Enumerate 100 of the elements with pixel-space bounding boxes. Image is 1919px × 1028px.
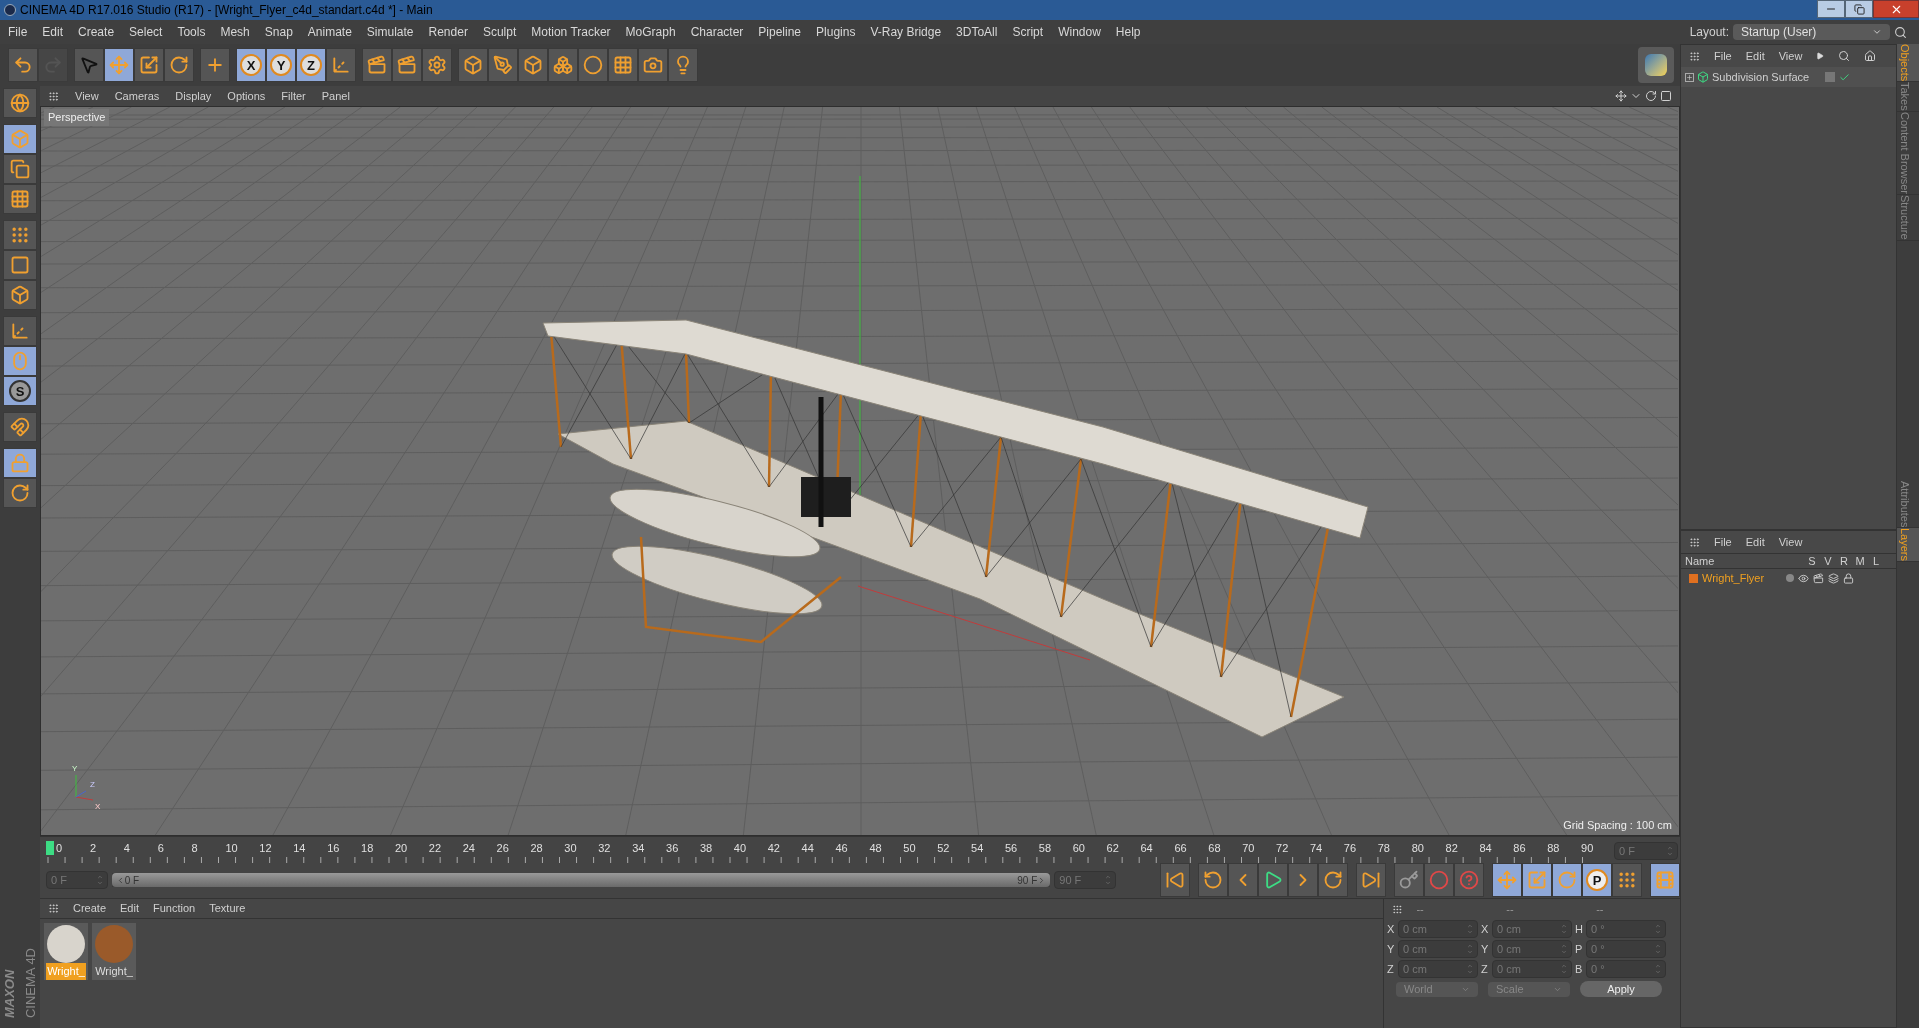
menu-item[interactable]: 3DToAll xyxy=(956,23,998,41)
eye-icon[interactable] xyxy=(1798,572,1809,584)
menu-item[interactable]: Snap xyxy=(264,23,293,41)
menu-item[interactable]: Sculpt xyxy=(482,23,517,41)
menu-item[interactable]: Select xyxy=(129,23,163,41)
tool-button[interactable] xyxy=(3,184,37,214)
tool-button[interactable]: Y xyxy=(266,48,296,82)
layer-row[interactable]: Wright_Flyer xyxy=(1681,569,1896,587)
tool-button[interactable] xyxy=(3,448,37,478)
layers-menu-item[interactable]: File xyxy=(1714,533,1732,551)
menu-item[interactable]: Pipeline xyxy=(758,23,802,41)
tool-button[interactable] xyxy=(422,48,452,82)
minimize-button[interactable] xyxy=(1817,0,1845,18)
viewport[interactable]: Perspective Y Z X Grid Spacing : 100 cm xyxy=(40,106,1680,836)
menu-item[interactable]: Mesh xyxy=(220,23,250,41)
tool-button[interactable] xyxy=(518,48,548,82)
home-icon[interactable] xyxy=(1864,50,1877,62)
viewport-menu-item[interactable]: View xyxy=(75,87,99,105)
viewport-menu-item[interactable]: Display xyxy=(175,87,212,105)
menu-item[interactable]: Simulate xyxy=(366,23,414,41)
tool-button[interactable] xyxy=(638,48,668,82)
menu-item[interactable]: File xyxy=(8,23,28,41)
timeline-ruler[interactable]: 0 2 4 6 8 10 12 14 16 18 20 22 24 26 28 30 32 34 36 38 40 42 44 46 48 50 52 54 56 58 60 62 64 66 68 70 72 74 76 78 80 82 84 86 88 90 xyxy=(40,837,1610,865)
side-tab[interactable]: Objects xyxy=(1897,44,1919,83)
tool-button[interactable] xyxy=(1454,863,1484,897)
tool-button[interactable] xyxy=(3,478,37,508)
tool-button[interactable] xyxy=(1522,863,1552,897)
menu-item[interactable]: Help xyxy=(1115,23,1141,41)
viewport-menu-item[interactable]: Options xyxy=(227,87,266,105)
menu-item[interactable]: Character xyxy=(690,23,744,41)
range-slider[interactable]: 0 F 90 F xyxy=(111,873,1051,887)
object-row[interactable]: Subdivision Surface xyxy=(1681,67,1896,87)
tool-button[interactable] xyxy=(326,48,356,82)
tool-button[interactable] xyxy=(3,220,37,250)
tool-button[interactable] xyxy=(578,48,608,82)
tool-button[interactable] xyxy=(1612,863,1642,897)
tool-button[interactable] xyxy=(668,48,698,82)
layout-dropdown[interactable]: Startup (User) xyxy=(1733,24,1890,40)
side-tab[interactable]: Layers xyxy=(1897,528,1919,563)
viewport-menu-item[interactable]: Cameras xyxy=(114,87,160,105)
menu-item[interactable]: Tools xyxy=(177,23,206,41)
tool-button[interactable] xyxy=(3,124,37,154)
search-icon[interactable] xyxy=(1838,50,1851,62)
menu-item[interactable]: Script xyxy=(1012,23,1044,41)
material-menu-item[interactable]: Texture xyxy=(209,900,246,917)
tool-button[interactable] xyxy=(1160,863,1190,897)
menu-item[interactable]: Window xyxy=(1058,23,1101,41)
tool-button[interactable] xyxy=(164,48,194,82)
search-icon[interactable] xyxy=(1894,25,1907,39)
tool-button[interactable] xyxy=(1650,863,1680,897)
tool-button[interactable]: P xyxy=(1582,863,1612,897)
tool-button[interactable] xyxy=(1318,863,1348,897)
menu-item[interactable]: Create xyxy=(78,23,115,41)
material-swatch[interactable]: Wright_ xyxy=(92,923,136,980)
python-button[interactable] xyxy=(1638,47,1674,83)
orbit-icon[interactable] xyxy=(1645,90,1657,102)
tool-button[interactable] xyxy=(1394,863,1424,897)
tool-button[interactable] xyxy=(1258,863,1288,897)
objects-menu-item[interactable]: View xyxy=(1778,47,1803,65)
tool-button[interactable]: Z xyxy=(296,48,326,82)
tool-button[interactable] xyxy=(3,412,37,442)
pan-icon[interactable] xyxy=(1615,90,1627,102)
tool-button[interactable] xyxy=(488,48,518,82)
menu-item[interactable]: V-Ray Bridge xyxy=(870,23,942,41)
tool-button[interactable] xyxy=(548,48,578,82)
viewport-menu-item[interactable]: Filter xyxy=(281,87,306,105)
menu-item[interactable]: Edit xyxy=(42,23,64,41)
tool-button[interactable] xyxy=(1424,863,1454,897)
enabled-toggle[interactable] xyxy=(1838,71,1850,83)
expand-toggle[interactable] xyxy=(1685,72,1694,82)
apply-button[interactable]: Apply xyxy=(1580,981,1662,997)
restore-button[interactable] xyxy=(1845,0,1873,18)
tool-button[interactable] xyxy=(1356,863,1386,897)
tool-button[interactable] xyxy=(1492,863,1522,897)
tool-button[interactable]: S xyxy=(3,376,37,406)
more-arrow-icon[interactable] xyxy=(1816,52,1825,60)
lock-icon[interactable] xyxy=(1843,572,1854,584)
material-menu-item[interactable]: Create xyxy=(73,900,107,917)
tool-button[interactable] xyxy=(392,48,422,82)
tool-button[interactable] xyxy=(3,346,37,376)
material-menu-item[interactable]: Function xyxy=(153,900,196,917)
objects-menu-item[interactable]: Edit xyxy=(1745,47,1765,65)
tool-button[interactable] xyxy=(8,48,38,82)
menu-item[interactable]: Render xyxy=(428,23,468,41)
menu-item[interactable]: Animate xyxy=(307,23,352,41)
tool-button[interactable] xyxy=(200,48,230,82)
tool-button[interactable] xyxy=(3,316,37,346)
tool-button[interactable] xyxy=(362,48,392,82)
tool-button[interactable] xyxy=(3,250,37,280)
tool-button[interactable] xyxy=(104,48,134,82)
menu-item[interactable]: Motion Tracker xyxy=(531,23,611,41)
tool-button[interactable] xyxy=(134,48,164,82)
menu-item[interactable]: Plugins xyxy=(816,23,856,41)
tool-button[interactable] xyxy=(3,280,37,310)
tool-button[interactable] xyxy=(1198,863,1228,897)
tool-button[interactable] xyxy=(458,48,488,82)
tool-button[interactable] xyxy=(3,154,37,184)
tool-button[interactable] xyxy=(608,48,638,82)
layers-menu-item[interactable]: View xyxy=(1778,533,1803,551)
clapperboard-icon[interactable] xyxy=(1813,572,1824,584)
